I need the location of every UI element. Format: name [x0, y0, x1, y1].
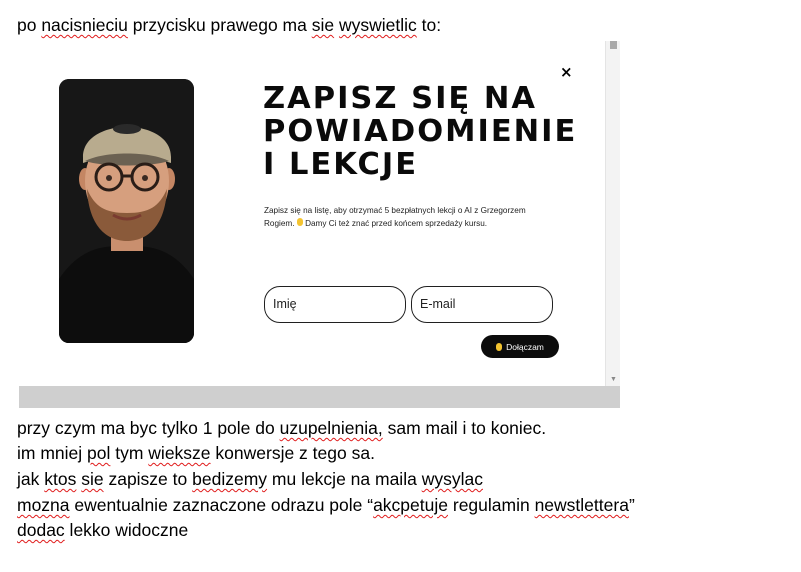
man-portrait-icon	[59, 79, 194, 343]
spell-error: bedizemy	[192, 469, 268, 489]
spell-error: pol	[87, 443, 111, 463]
note-line: dodac lekko widoczne	[17, 520, 189, 540]
spell-error: wyswietlic	[338, 15, 417, 35]
note-line: jak ktos sie zapisze to bedizemy mu lekc…	[17, 469, 483, 489]
spell-error: wieksze	[148, 443, 211, 463]
name-input[interactable]: Imię	[264, 286, 406, 323]
spell-error: ktos	[44, 469, 77, 489]
profile-photo	[59, 79, 194, 343]
popup-subtitle: Zapisz się na listę, aby otrzymać 5 bezp…	[264, 206, 526, 228]
heading-line: POWIADOMIENIE	[263, 114, 578, 149]
heading-line: ZAPISZ SIĘ NA	[263, 81, 538, 116]
intro-text: po nacisnieciu przycisku prawego ma sie …	[17, 15, 442, 35]
screenshot-bottom-bar	[19, 386, 620, 408]
spell-error: akcpetuje	[373, 495, 448, 515]
spell-error: sie	[81, 469, 104, 489]
note-line: przy czym ma byc tylko 1 pole do uzupeln…	[17, 418, 547, 438]
hand-icon	[496, 342, 503, 351]
note-line: im mniej pol tym wieksze konwersje z teg…	[17, 443, 375, 463]
spell-error: sie	[311, 15, 335, 35]
email-input[interactable]: E-mail	[411, 286, 553, 323]
spell-error: nacisnieciu	[41, 15, 128, 35]
bell-icon	[296, 218, 303, 226]
spell-error: newstlettera	[534, 495, 629, 515]
note-line: mozna ewentualnie zaznaczone odrazu pole…	[17, 495, 635, 515]
popup-heading: ZAPISZ SIĘ NA POWIADOMIENIE I LEKCJE	[263, 82, 577, 181]
heading-line: I LEKCJE	[263, 147, 419, 182]
spell-error: wysylac	[421, 469, 483, 489]
popup-screenshot: og nt sw ▼	[19, 41, 620, 408]
spell-error: mozna	[17, 495, 70, 515]
close-button[interactable]: ×	[560, 63, 573, 81]
spell-error: uzupelnienia,	[279, 418, 383, 438]
join-button[interactable]: Dołączam	[481, 335, 559, 358]
scrollbar-thumb[interactable]	[610, 41, 617, 49]
scroll-down-arrow-icon[interactable]: ▼	[610, 376, 617, 383]
spell-error: dodac	[17, 520, 65, 540]
scrollbar[interactable]: ▼	[605, 41, 620, 386]
